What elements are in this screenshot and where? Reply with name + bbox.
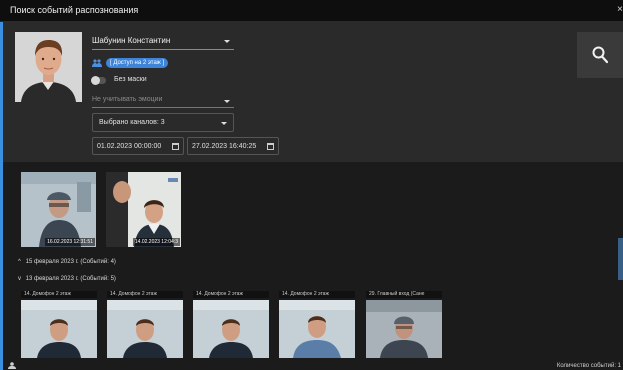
thumbnail-timestamp: 14.02.2023 12:04:3 <box>132 238 180 246</box>
thumbnail-timestamp: 16.02.2023 12:31:51 <box>45 238 95 246</box>
date-group-label: 15 февраля 2023 г. (Событий: 4) <box>25 259 116 265</box>
event-caption: 29. Главный вход (Сане <box>366 291 442 298</box>
date-group-header[interactable]: ^ 15 февраля 2023 г. (Событий: 4) <box>18 259 116 265</box>
event-image <box>279 300 355 358</box>
calendar-icon[interactable] <box>172 143 179 150</box>
event-image <box>21 300 97 358</box>
results-scrollbar[interactable] <box>618 238 623 280</box>
event-caption: 14. Домофон 2 этаж <box>21 291 97 298</box>
event-card[interactable]: 14. Домофон 2 этаж <box>21 291 97 358</box>
chevron-down-icon: v <box>18 276 21 282</box>
chevron-down-icon <box>221 122 227 125</box>
event-count-label: Количество событий: 1 <box>556 363 621 369</box>
close-icon[interactable]: × <box>617 4 623 16</box>
date-group-header[interactable]: v 13 февраля 2023 г. (Событий: 5) <box>18 276 116 282</box>
event-image <box>107 300 183 358</box>
event-card[interactable]: 14. Домофон 2 этаж <box>279 291 355 358</box>
window-title: Поиск событий распознования <box>10 5 139 15</box>
search-window: Поиск событий распознования × Шабунин Ко… <box>0 0 623 370</box>
event-caption: 14. Домофон 2 этаж <box>279 291 355 298</box>
group-chip[interactable]: [ Доступ на 2 этаж ] <box>106 58 169 68</box>
event-card[interactable]: 29. Главный вход (Сане <box>366 291 442 358</box>
event-caption: 14. Домофон 2 этаж <box>107 291 183 298</box>
person-icon <box>8 362 16 369</box>
search-icon <box>592 46 608 64</box>
date-to-value: 27.02.2023 16:40:25 <box>192 143 257 150</box>
search-button[interactable] <box>577 32 623 78</box>
mask-label: Без маски <box>114 76 147 83</box>
date-group-label: 13 февраля 2023 г. (Событий: 5) <box>25 276 116 282</box>
event-image <box>366 300 442 358</box>
toggle-knob <box>91 76 100 85</box>
favorite-thumbnail[interactable]: 16.02.2023 12:31:51 <box>21 172 96 247</box>
favorite-thumbnail[interactable]: 14.02.2023 12:04:3 <box>106 172 181 247</box>
chevron-down-icon <box>224 100 230 103</box>
title-bar: Поиск событий распознования × <box>0 0 623 22</box>
person-photo <box>15 32 82 102</box>
chevron-up-icon: ^ <box>18 259 21 265</box>
event-card[interactable]: 14. Домофон 2 этаж <box>193 291 269 358</box>
group-icon <box>92 59 102 67</box>
date-to-field[interactable]: 27.02.2023 16:40:25 <box>187 137 279 155</box>
channel-select[interactable]: Выбрано каналов: 3 <box>92 113 234 132</box>
event-image <box>193 300 269 358</box>
emotion-select[interactable]: Не учитывать эмоции <box>92 94 234 108</box>
chevron-down-icon <box>224 40 230 43</box>
person-name: Шабунин Константин <box>92 36 171 45</box>
date-from-field[interactable]: 01.02.2023 00:00:00 <box>92 137 184 155</box>
date-from-value: 01.02.2023 00:00:00 <box>97 143 162 150</box>
mask-toggle[interactable] <box>91 76 106 85</box>
emotion-placeholder: Не учитывать эмоции <box>92 96 163 103</box>
person-select[interactable]: Шабунин Константин <box>92 34 234 50</box>
channel-value: Выбрано каналов: 3 <box>99 119 165 126</box>
calendar-icon[interactable] <box>267 143 274 150</box>
event-card[interactable]: 14. Домофон 2 этаж <box>107 291 183 358</box>
event-caption: 14. Домофон 2 этаж <box>193 291 269 298</box>
